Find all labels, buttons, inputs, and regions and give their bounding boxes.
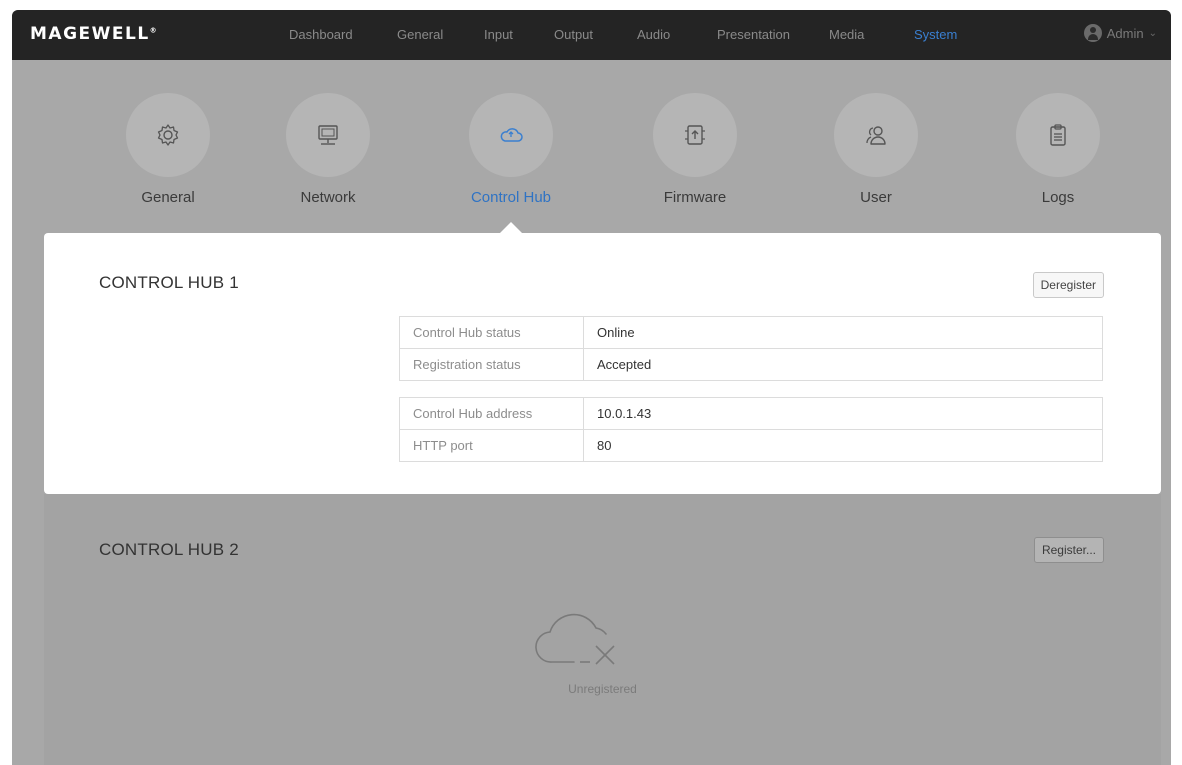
hub-status-table: Control Hub status Online Registration s… — [399, 316, 1103, 381]
category-circle — [653, 93, 737, 177]
table-row: Control Hub address 10.0.1.43 — [399, 397, 1103, 430]
row-key: Control Hub address — [399, 397, 584, 430]
category-logs[interactable]: Logs — [998, 93, 1118, 206]
category-general[interactable]: General — [108, 93, 228, 206]
category-label: Logs — [1041, 189, 1075, 206]
control-hub-2-title: CONTROL HUB 2 — [99, 540, 239, 559]
unregistered-label: Unregistered — [568, 682, 637, 696]
category-label: General — [141, 189, 195, 206]
nav-dashboard[interactable]: Dashboard — [289, 27, 353, 42]
category-network[interactable]: Network — [268, 93, 388, 206]
chevron-down-icon: ⌄ — [1148, 27, 1157, 39]
category-label: Control Hub — [470, 189, 552, 206]
monitor-network-icon — [318, 125, 338, 145]
row-key: HTTP port — [399, 429, 584, 462]
firmware-upload-icon — [685, 125, 705, 145]
nav-presentation[interactable]: Presentation — [717, 27, 790, 42]
app-window: MAGEWELL® Dashboard General Input Output… — [12, 10, 1171, 765]
table-row: Control Hub status Online — [399, 316, 1103, 349]
cloud-off-icon — [535, 613, 615, 665]
cloud-icon — [500, 128, 523, 142]
control-hub-1-title: CONTROL HUB 1 — [99, 273, 239, 292]
users-icon — [866, 126, 886, 145]
category-circle — [834, 93, 918, 177]
category-circle — [286, 93, 370, 177]
category-firmware[interactable]: Firmware — [635, 93, 755, 206]
category-control-hub[interactable]: Control Hub — [451, 93, 571, 206]
row-value: Accepted — [583, 348, 1103, 381]
row-key: Control Hub status — [399, 316, 584, 349]
table-row: HTTP port 80 — [399, 429, 1103, 462]
active-tab-pointer — [500, 222, 522, 233]
category-label: User — [860, 189, 892, 206]
control-hub-2-panel: CONTROL HUB 2 Register... Unregistered — [44, 494, 1161, 765]
category-circle — [469, 93, 553, 177]
user-name: Admin — [1106, 25, 1144, 41]
gear-icon — [157, 124, 179, 146]
top-navbar: MAGEWELL® Dashboard General Input Output… — [12, 10, 1171, 60]
category-user[interactable]: User — [816, 93, 936, 206]
category-circle — [1016, 93, 1100, 177]
nav-output[interactable]: Output — [554, 27, 593, 42]
row-key: Registration status — [399, 348, 584, 381]
table-row: Registration status Accepted — [399, 348, 1103, 381]
row-value: Online — [583, 316, 1103, 349]
control-hub-1-card: CONTROL HUB 1 Deregister Control Hub sta… — [44, 233, 1161, 494]
brand-logo[interactable]: MAGEWELL® — [30, 24, 157, 44]
clipboard-icon — [1050, 124, 1066, 146]
nav-media[interactable]: Media — [829, 27, 864, 42]
user-menu[interactable]: Admin ⌄ — [1083, 24, 1157, 42]
user-avatar-icon — [1083, 24, 1102, 42]
nav-general[interactable]: General — [397, 27, 443, 42]
nav-system[interactable]: System — [914, 27, 957, 42]
nav-audio[interactable]: Audio — [637, 27, 670, 42]
hub-address-table: Control Hub address 10.0.1.43 HTTP port … — [399, 397, 1103, 462]
nav-input[interactable]: Input — [484, 27, 513, 42]
row-value: 80 — [583, 429, 1103, 462]
category-label: Firmware — [663, 189, 727, 206]
category-circle — [126, 93, 210, 177]
category-label: Network — [300, 189, 356, 206]
deregister-button[interactable]: Deregister — [1032, 272, 1104, 298]
row-value: 10.0.1.43 — [583, 397, 1103, 430]
register-button[interactable]: Register... — [1033, 537, 1104, 563]
